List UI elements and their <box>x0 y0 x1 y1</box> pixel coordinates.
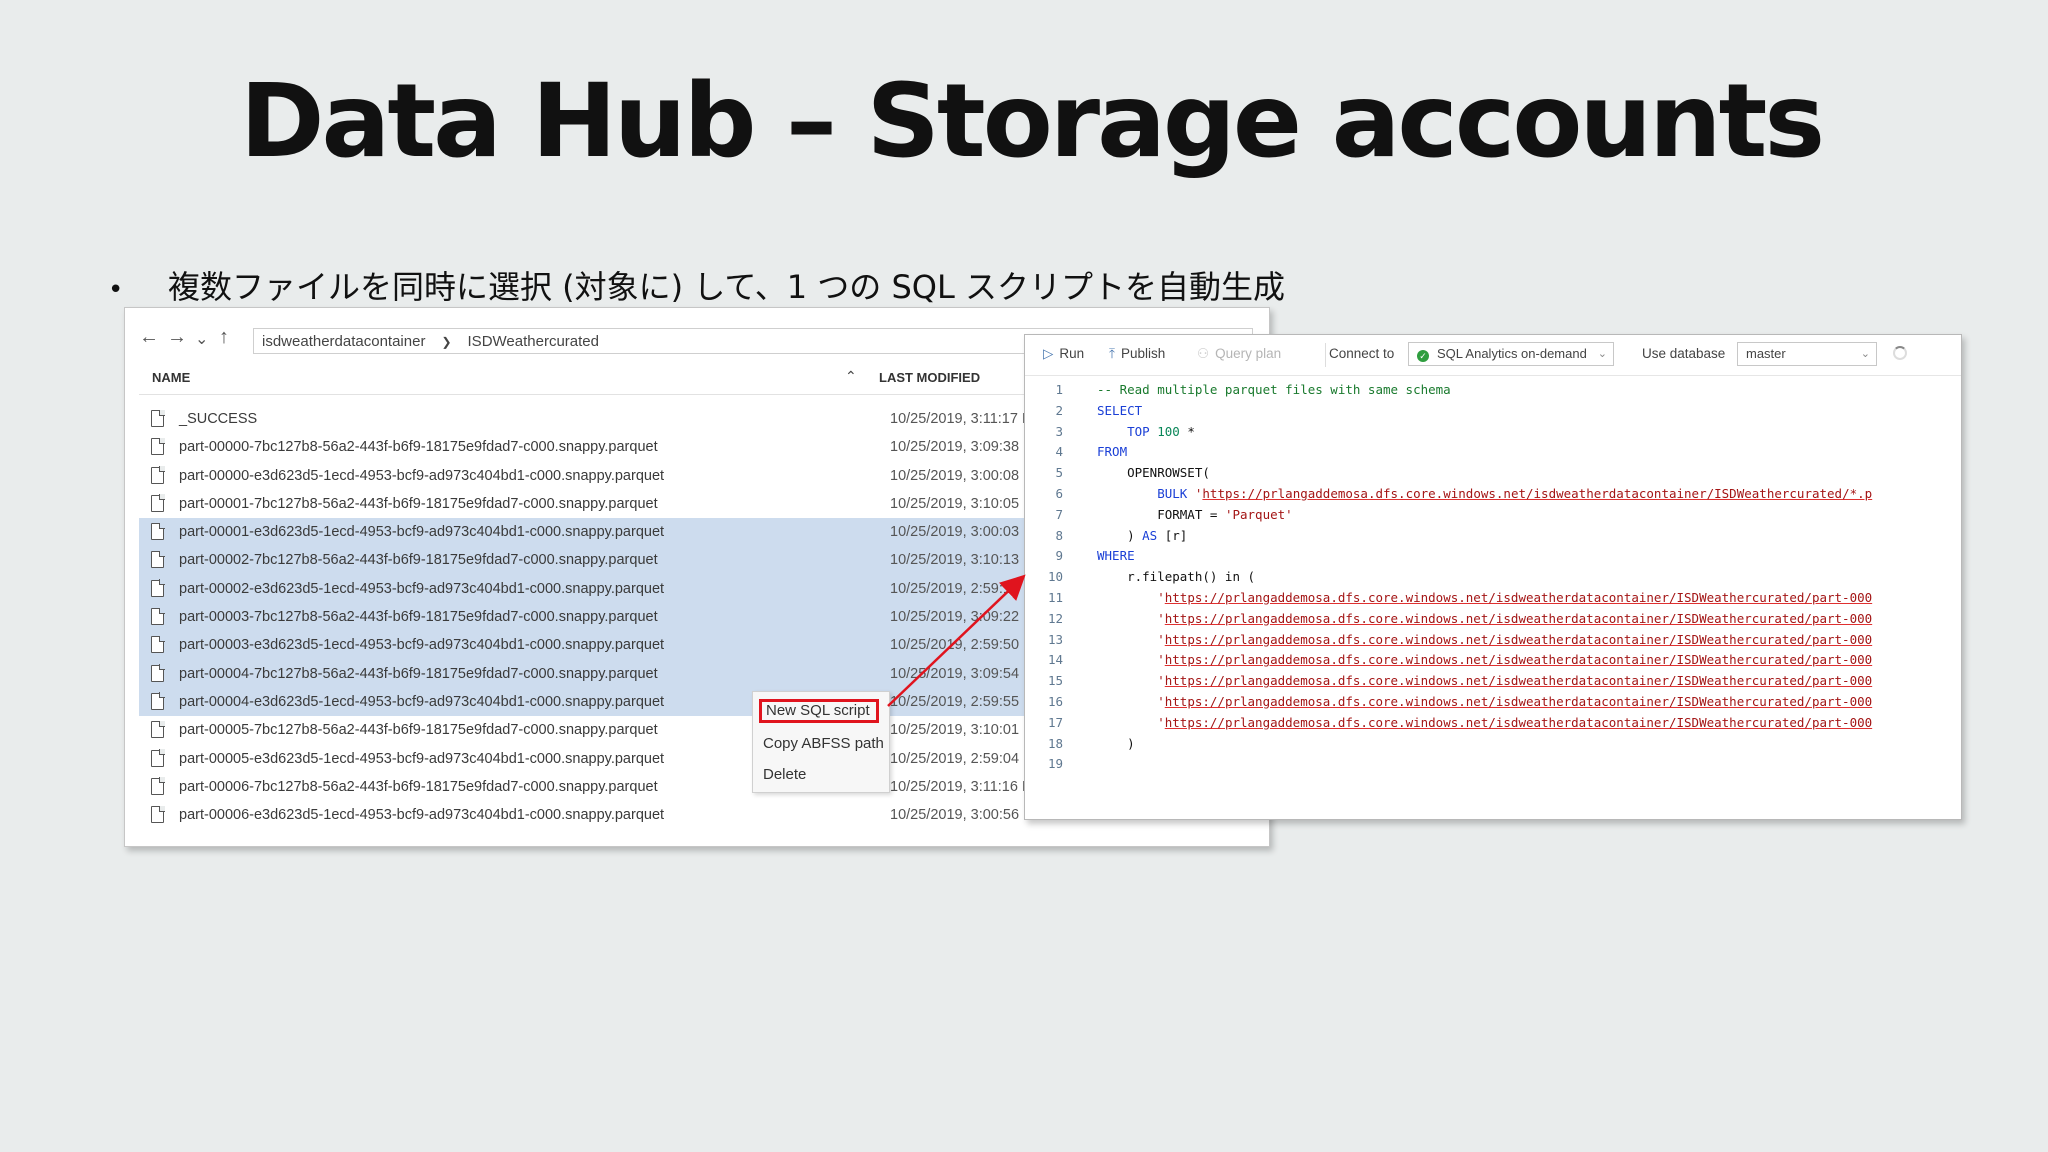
arrow-line <box>887 574 1026 707</box>
annotation-arrow <box>887 574 1026 707</box>
